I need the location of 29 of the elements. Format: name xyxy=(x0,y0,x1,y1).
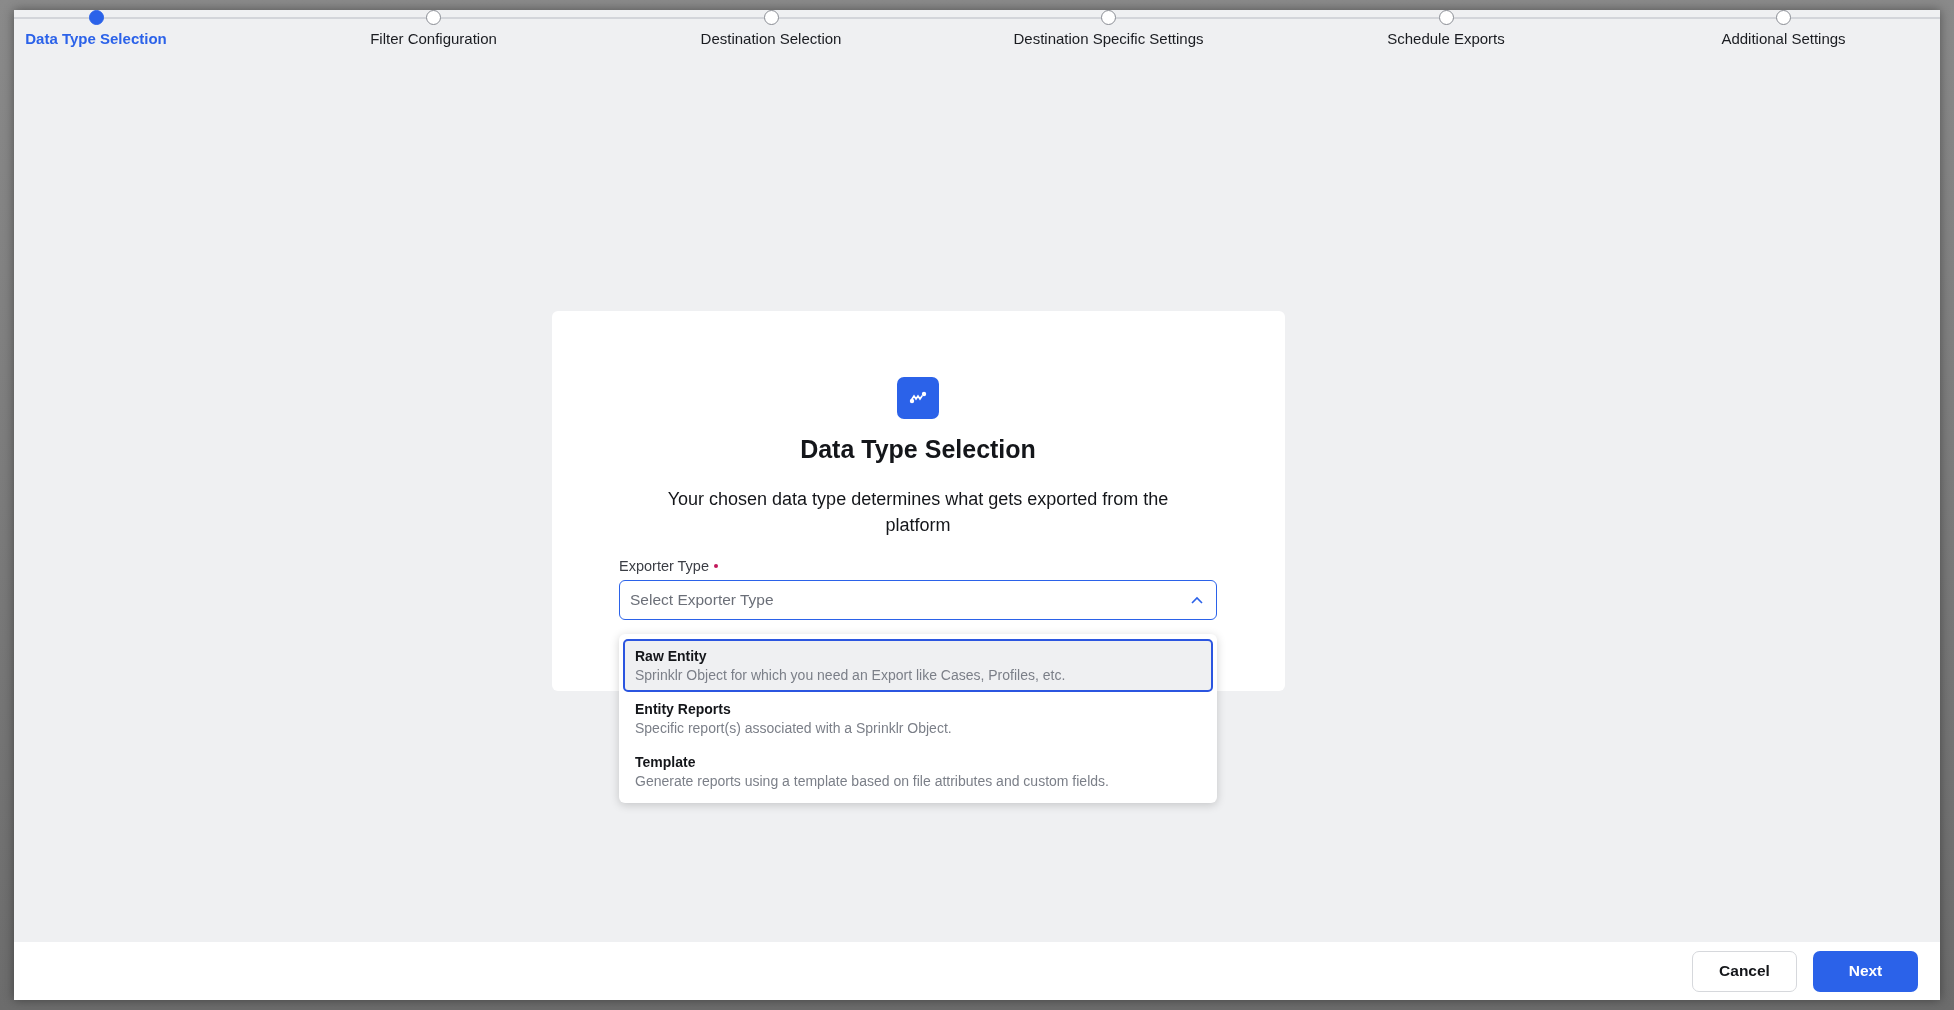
field-label: Exporter Type xyxy=(619,558,709,574)
next-button[interactable]: Next xyxy=(1813,950,1918,992)
card-description: Your chosen data type determines what gets exported from the platform xyxy=(666,488,1170,537)
option-description: Sprinklr Object for which you need an Export like Cases, Profiles, etc. xyxy=(635,667,1067,683)
step-label[interactable]: Additional Settings xyxy=(1721,30,1846,47)
step-label[interactable]: Destination Selection xyxy=(700,30,842,47)
exporter-type-select[interactable]: Select Exporter Type xyxy=(619,580,1217,620)
option-title: Raw Entity xyxy=(635,648,708,664)
cancel-button[interactable]: Cancel xyxy=(1692,950,1797,992)
step-indicator[interactable] xyxy=(763,10,779,25)
chevron-icon xyxy=(1191,596,1203,604)
step-indicator[interactable] xyxy=(1438,10,1454,25)
step-indicator[interactable] xyxy=(1101,10,1116,25)
step-indicator[interactable] xyxy=(1776,10,1791,25)
step-label[interactable]: Filter Configuration xyxy=(370,30,497,47)
data-flow-icon xyxy=(897,377,939,419)
dropdown-option[interactable]: Raw Entity Sprinklr Object for which you need an Export like Cases, Profiles, etc. xyxy=(623,639,1213,692)
option-description: Generate reports using a template based on file attributes and custom fields. xyxy=(635,773,1110,789)
step-label[interactable]: Schedule Exports xyxy=(1387,30,1505,47)
step-label[interactable]: Destination Specific Settings xyxy=(1013,30,1204,47)
option-title: Entity Reports xyxy=(635,701,732,717)
dropdown-option[interactable]: Template Generate reports using a template based on file attributes and custom fields. xyxy=(623,745,1213,798)
card-title: Data Type Selection xyxy=(800,435,1036,464)
step-indicator[interactable] xyxy=(88,10,104,25)
step-label[interactable]: Data Type Selection xyxy=(25,30,167,47)
option-title: Template xyxy=(635,754,697,770)
step-indicator[interactable] xyxy=(426,10,441,25)
option-description: Specific report(s) associated with a Sprinklr Object. xyxy=(635,720,953,736)
dropdown-option[interactable]: Entity Reports Specific report(s) associated with a Sprinklr Object. xyxy=(623,692,1213,745)
